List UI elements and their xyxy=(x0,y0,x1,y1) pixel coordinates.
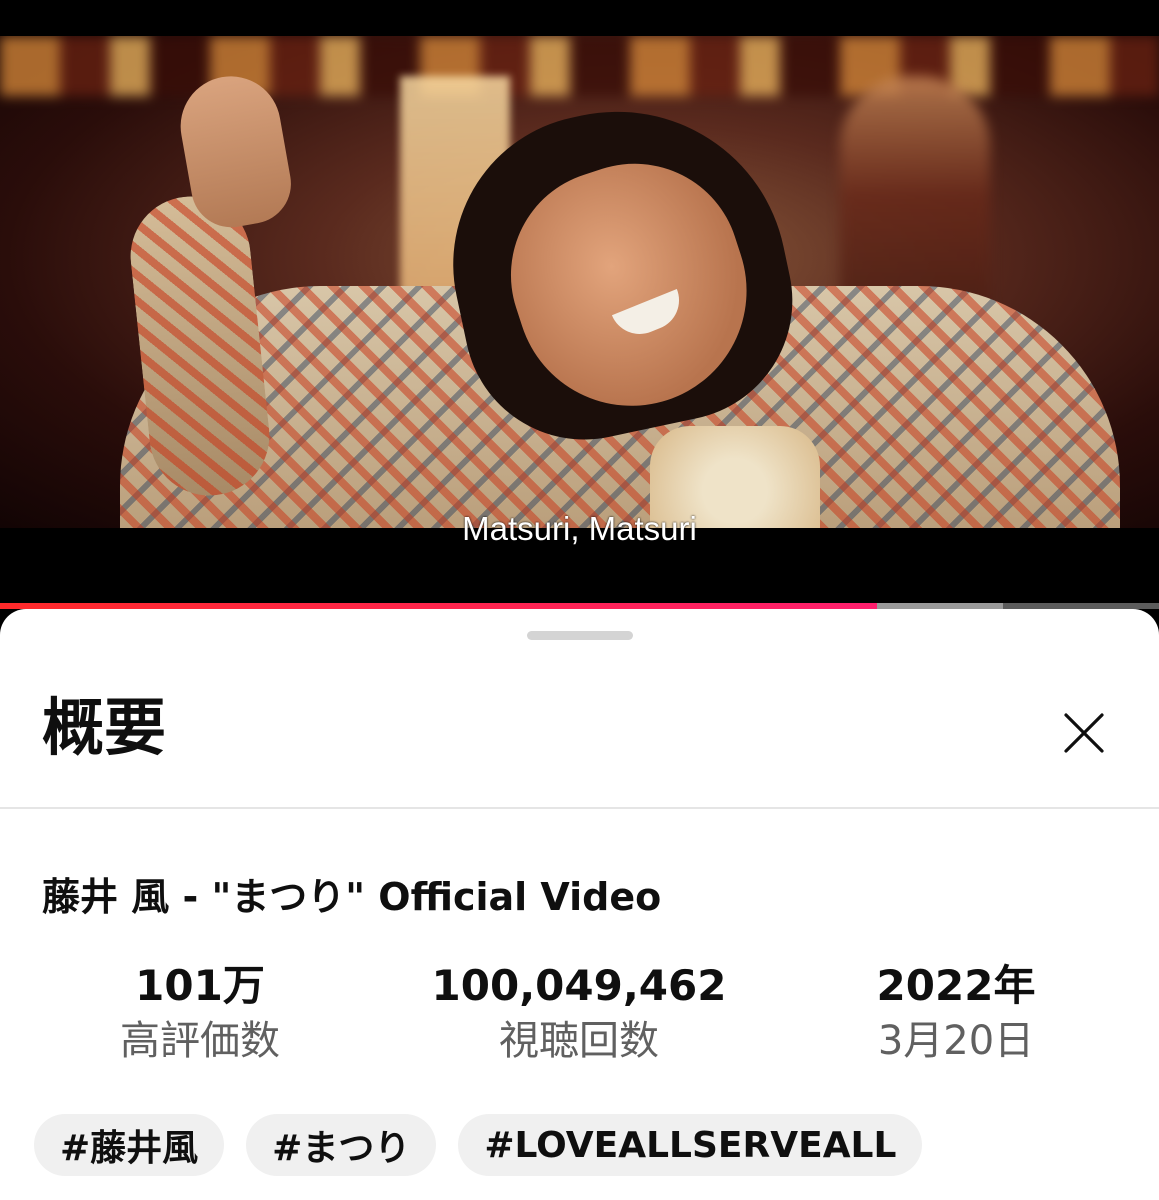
drag-handle[interactable] xyxy=(527,631,633,640)
stat-value: 100,049,462 xyxy=(431,961,727,1010)
stat-value: 2022年 xyxy=(876,961,1036,1010)
stat-value: 101万 xyxy=(135,961,265,1010)
hashtag-chip[interactable]: #藤井風 xyxy=(34,1114,225,1176)
video-subtitle: Matsuri, Matsuri xyxy=(462,510,697,547)
stat-label: 3月20日 xyxy=(877,1018,1035,1065)
close-icon xyxy=(1064,713,1104,753)
hashtag-chip[interactable]: #LOVEALLSERVEALL xyxy=(458,1114,923,1176)
video-title: 藤井 風 - "まつり" Official Video xyxy=(42,875,662,919)
hashtag-chip[interactable]: #まつり xyxy=(246,1114,437,1176)
description-panel: 概要 藤井 風 - "まつり" Official Video 101万 高評価数… xyxy=(0,609,1159,1200)
stat-label: 視聴回数 xyxy=(499,1018,659,1065)
stat-publish-date: 2022年 3月20日 xyxy=(786,961,1126,1065)
divider xyxy=(0,807,1159,809)
video-player[interactable]: Matsuri, Matsuri xyxy=(0,0,1159,610)
panel-title: 概要 xyxy=(42,691,167,764)
background-lanterns xyxy=(0,36,1159,96)
stat-likes: 101万 高評価数 xyxy=(30,961,370,1065)
hashtag-list: #藤井風 #まつり #LOVEALLSERVEALL xyxy=(34,1114,923,1176)
stat-label: 高評価数 xyxy=(120,1018,280,1065)
close-button[interactable] xyxy=(1058,707,1110,759)
stat-views: 100,049,462 視聴回数 xyxy=(409,961,749,1065)
video-frame[interactable] xyxy=(0,36,1159,528)
